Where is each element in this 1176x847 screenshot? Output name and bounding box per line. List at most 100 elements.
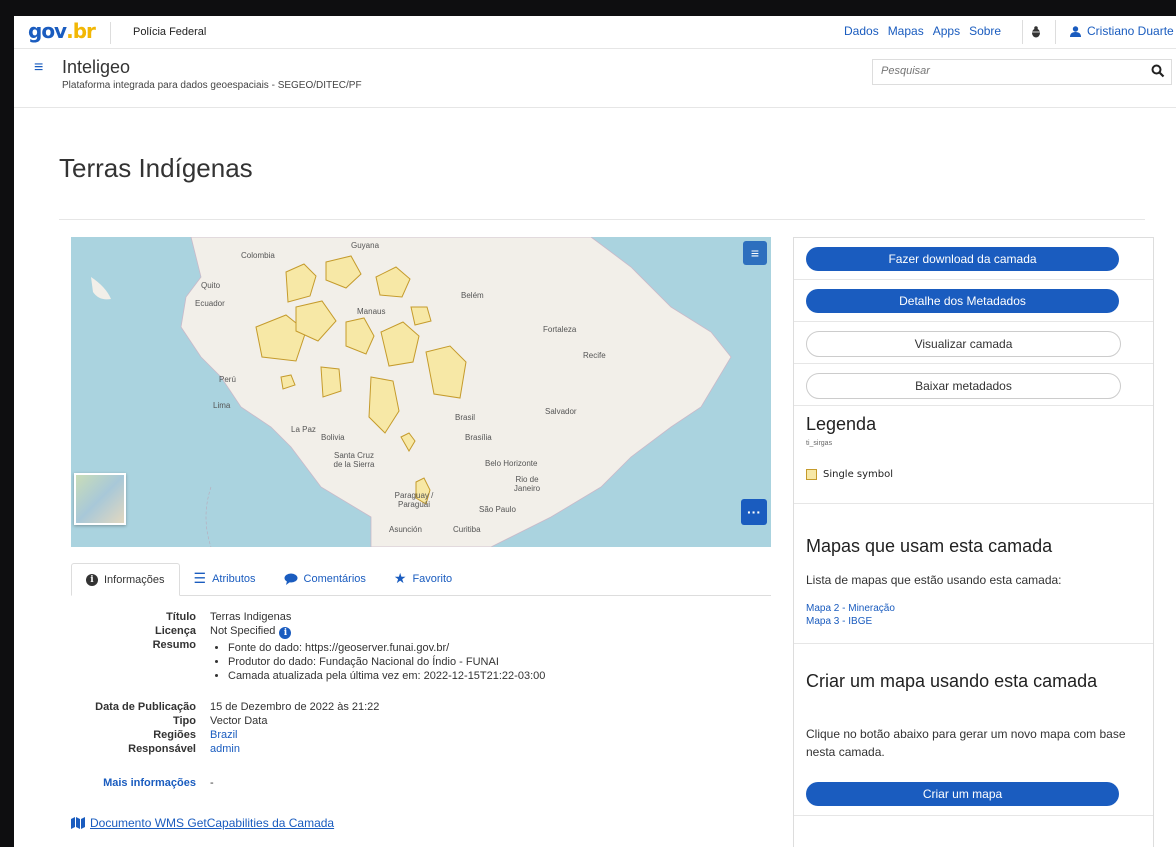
map-viewer[interactable]: Colombia Guyana Quito Ecuador Belém Mana…: [71, 237, 771, 547]
wms-capabilities-link[interactable]: Documento WMS GetCapabilities da Camada: [71, 816, 334, 830]
search-input[interactable]: [873, 60, 1139, 82]
resumo-list: Fonte do dado: https://geoserver.funai.g…: [210, 641, 545, 683]
titulo-label: Título: [166, 611, 196, 623]
map-label: Salvador: [545, 407, 577, 416]
licenca-text: Not Specified: [210, 625, 276, 637]
gov-br-logo[interactable]: gov.br: [28, 19, 96, 43]
data-publicacao-label: Data de Publicação: [95, 701, 196, 713]
info-icon: i: [86, 573, 98, 586]
divider: [794, 815, 1153, 816]
maps-section-text: Lista de mapas que estão usando esta cam…: [806, 573, 1062, 587]
create-map-button[interactable]: Criar um mapa: [806, 782, 1119, 806]
gov-topbar: gov.br Polícia Federal Dados Mapas Apps …: [14, 16, 1176, 49]
map-label: Belo Horizonte: [485, 459, 538, 468]
search-box: [872, 59, 1172, 85]
hamburger-menu-icon[interactable]: ≡: [34, 59, 43, 77]
top-nav: Dados Mapas Apps Sobre: [844, 24, 1001, 38]
nav-apps[interactable]: Apps: [933, 24, 960, 38]
map-label: Santa Cruz de la Sierra: [333, 451, 375, 469]
nav-mapas[interactable]: Mapas: [888, 24, 924, 38]
tipo-value: Vector Data: [210, 715, 268, 727]
metadata-detail-button[interactable]: Detalhe dos Metadados: [806, 289, 1119, 313]
list-item: Fonte do dado: https://geoserver.funai.g…: [228, 641, 545, 655]
tab-atributos[interactable]: ☰ Atributos: [180, 563, 270, 594]
map-label: São Paulo: [479, 505, 516, 514]
download-layer-button[interactable]: Fazer download da camada: [806, 247, 1119, 271]
maps-section-title: Mapas que usam esta camada: [806, 536, 1053, 556]
titulo-value: Terras Indigenas: [210, 611, 292, 623]
map-label: Asunción: [389, 525, 422, 534]
organization-name: Polícia Federal: [133, 26, 207, 38]
search-icon[interactable]: [1151, 64, 1165, 78]
license-info-icon[interactable]: i: [279, 627, 292, 639]
user-name: Cristiano Duarte: [1087, 24, 1174, 38]
app-name: Inteligeo: [62, 57, 131, 77]
divider: [794, 643, 1153, 644]
user-icon: [1070, 25, 1081, 37]
map-label: Guyana: [351, 241, 380, 250]
download-metadata-button[interactable]: Baixar metadados: [806, 373, 1121, 399]
tab-favorito[interactable]: ★ Favorito: [380, 563, 466, 594]
map-layers-menu-button[interactable]: ≡: [743, 241, 767, 265]
tab-informacoes[interactable]: i Informações: [71, 563, 180, 596]
map-label: Quito: [201, 281, 221, 290]
map-link[interactable]: Mapa 2 - Mineração: [806, 603, 895, 614]
legend-layer-name: ti_sirgas: [806, 440, 833, 447]
user-menu[interactable]: Cristiano Duarte: [1070, 24, 1174, 38]
tab-label: Informações: [104, 573, 165, 586]
mais-informacoes-value: -: [210, 777, 214, 789]
create-map-text: Clique no botão abaixo para gerar um nov…: [806, 727, 1126, 759]
divider: [59, 219, 1145, 220]
create-map-title: Criar um mapa usando esta camada: [806, 671, 1098, 691]
page-title: Terras Indígenas: [59, 153, 253, 183]
tab-comentarios[interactable]: Comentários: [270, 563, 380, 594]
map-label: Belém: [461, 291, 484, 300]
view-layer-button[interactable]: Visualizar camada: [806, 331, 1121, 357]
divider: [794, 279, 1153, 280]
tab-label: Atributos: [212, 572, 256, 585]
licenca-label: Licença: [155, 625, 196, 637]
mais-informacoes-toggle[interactable]: Mais informações: [71, 777, 196, 789]
list-icon: ☰: [193, 570, 207, 586]
comment-icon: [284, 573, 298, 585]
map-label: Paraguay / Paraguái: [394, 491, 434, 509]
map-label: Bolivia: [321, 433, 345, 442]
divider: [794, 503, 1153, 504]
map-label: Perú: [219, 375, 236, 384]
app-header: ≡ Inteligeo Plataforma integrada para da…: [14, 49, 1176, 108]
regioes-link[interactable]: Brazil: [210, 729, 238, 741]
licenca-value: Not Specified i: [210, 625, 292, 639]
detail-tabs: i Informações ☰ Atributos Comentários ★ …: [71, 563, 771, 596]
tab-label: Comentários: [303, 572, 366, 585]
legend-label: Single symbol: [823, 469, 894, 480]
map-label: Colombia: [241, 251, 275, 260]
app-subtitle: Plataforma integrada para dados geoespac…: [62, 80, 362, 91]
map-label: Fortaleza: [543, 325, 577, 334]
map-link[interactable]: Mapa 3 - IBGE: [806, 616, 872, 627]
map-label: La Paz: [291, 425, 316, 434]
regioes-label: Regiões: [153, 729, 196, 741]
map-label: Curitiba: [453, 525, 481, 534]
list-item: Camada atualizada pela última vez em: 20…: [228, 669, 545, 683]
responsavel-label: Responsável: [128, 743, 196, 755]
map-label: Manaus: [357, 307, 386, 316]
data-publicacao-value: 15 de Dezembro de 2022 às 21:22: [210, 701, 380, 713]
map-label: Brasília: [465, 433, 492, 442]
responsavel-link[interactable]: admin: [210, 743, 240, 755]
bug-icon[interactable]: [1031, 26, 1041, 38]
divider: [794, 405, 1153, 406]
layer-actions-panel: Fazer download da camada Detalhe dos Met…: [793, 237, 1154, 847]
wms-link-text: Documento WMS GetCapabilities da Camada: [90, 816, 335, 830]
map-icon: [71, 817, 85, 829]
divider: [110, 22, 111, 44]
map-label: Lima: [213, 401, 231, 410]
basemap-switcher[interactable]: [74, 473, 126, 525]
tipo-label: Tipo: [172, 715, 196, 727]
nav-sobre[interactable]: Sobre: [969, 24, 1001, 38]
star-icon: ★: [393, 570, 407, 586]
divider: [794, 321, 1153, 322]
map-label: Brasil: [455, 413, 476, 422]
legend-title: Legenda: [806, 414, 877, 434]
map-more-button[interactable]: ···: [741, 499, 767, 525]
nav-dados[interactable]: Dados: [844, 24, 879, 38]
